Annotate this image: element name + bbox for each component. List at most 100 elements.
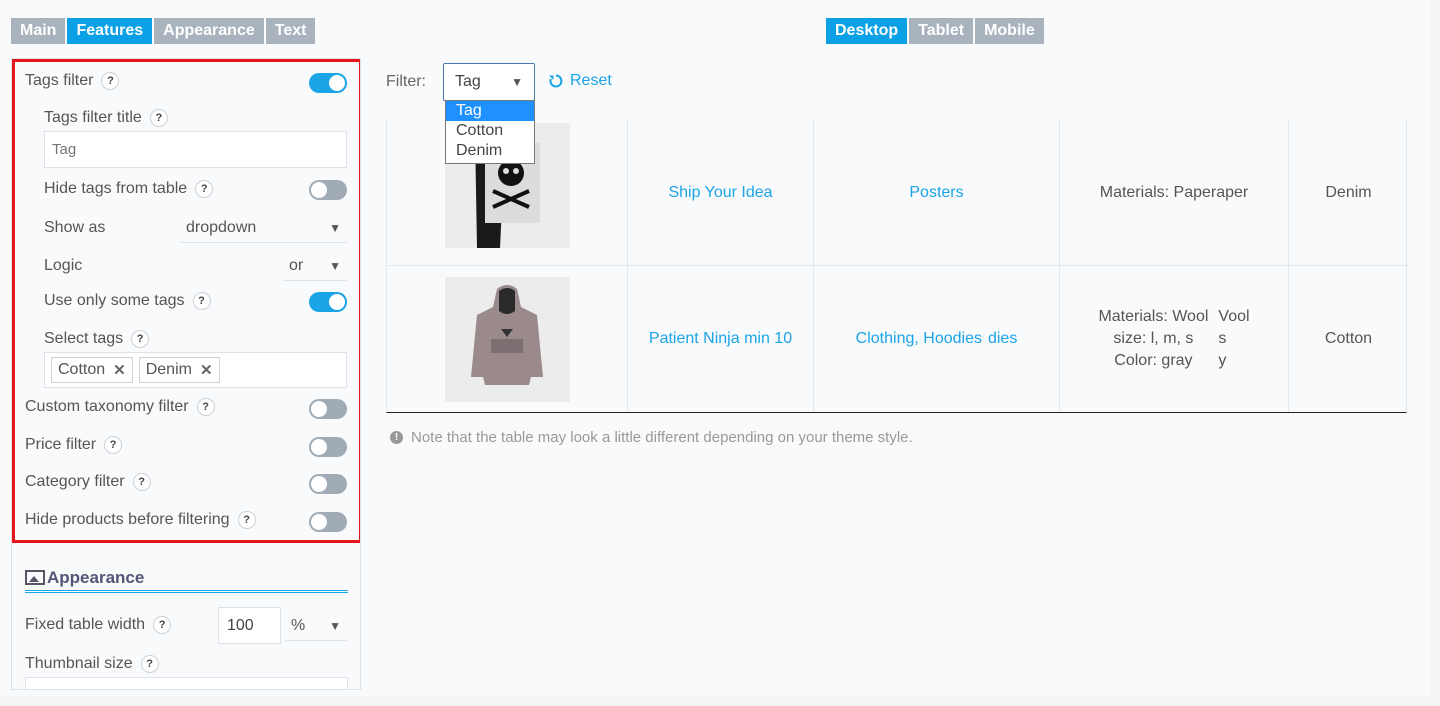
help-icon[interactable]: ? <box>132 473 151 491</box>
show-as-label: Show as <box>44 219 106 236</box>
filter-label: Filter: <box>386 73 426 90</box>
settings-tabs: Main Features Appearance Text <box>11 18 316 44</box>
name-cell: Ship Your Idea <box>628 120 814 265</box>
tab-appearance[interactable]: Appearance <box>154 18 264 44</box>
filter-option-tag[interactable]: Tag <box>446 101 534 121</box>
tab-main[interactable]: Main <box>11 18 66 44</box>
help-icon[interactable]: ? <box>131 330 150 348</box>
select-tags-label: Select tags <box>44 330 124 347</box>
category-filter-label: Category filter <box>25 473 125 490</box>
attributes-overflow: aper <box>1216 183 1249 201</box>
tab-tablet[interactable]: Tablet <box>909 18 974 44</box>
help-icon[interactable]: ? <box>101 72 120 90</box>
product-thumbnail-hoodie[interactable] <box>444 276 570 402</box>
remove-icon[interactable]: ✕ <box>113 361 126 379</box>
reset-icon <box>549 74 563 88</box>
category-link[interactable]: Posters <box>909 184 963 202</box>
thumbnail-cell <box>387 266 628 412</box>
tag-text: Denim <box>1325 183 1372 201</box>
page: Main Features Appearance Text Desktop Ta… <box>0 0 1430 696</box>
fixed-width-label: Fixed table width <box>25 616 146 633</box>
tag-chip-cotton: Cotton ✕ <box>51 357 133 383</box>
help-icon[interactable]: ? <box>104 436 123 454</box>
caret-down-icon: ▼ <box>511 75 523 89</box>
filter-option-cotton[interactable]: Cotton <box>446 121 534 141</box>
theme-note: ! Note that the table may look a little … <box>390 429 913 446</box>
logic-row: Logic <box>44 255 82 277</box>
tags-filter-label: Tags filter <box>25 72 94 89</box>
logic-value: or <box>289 256 304 274</box>
price-filter-toggle[interactable] <box>309 437 347 457</box>
hide-products-row: Hide products before filtering ? <box>25 509 256 531</box>
fixed-width-row: Fixed table width ? <box>25 614 172 636</box>
use-only-some-row: Use only some tags ? <box>44 290 211 312</box>
category-filter-row: Category filter ? <box>25 471 151 493</box>
hide-products-toggle[interactable] <box>309 512 347 532</box>
device-tabs: Desktop Tablet Mobile <box>826 18 1044 44</box>
logic-label: Logic <box>44 257 83 274</box>
logic-select[interactable]: or ▼ <box>283 251 347 281</box>
show-as-select[interactable]: dropdown ▼ <box>180 213 347 243</box>
help-icon[interactable]: ? <box>195 180 214 198</box>
image-icon <box>25 570 45 585</box>
category-overflow: dies <box>987 330 1018 347</box>
tag-chip-label: Cotton <box>58 361 106 378</box>
theme-note-text: Note that the table may look a little di… <box>411 429 913 446</box>
help-icon[interactable]: ? <box>237 511 256 529</box>
table-row: Ship Your Idea Posters Materials: Paper a… <box>387 120 1408 266</box>
name-cell: Patient Ninja min 10 <box>628 266 814 412</box>
tab-features[interactable]: Features <box>67 18 153 44</box>
help-icon[interactable]: ? <box>149 109 168 127</box>
attribute-line: Vool <box>1218 308 1250 325</box>
tab-text[interactable]: Text <box>265 18 316 44</box>
reset-label: Reset <box>570 72 612 89</box>
tag-cell: Denim <box>1289 120 1408 265</box>
custom-taxonomy-row: Custom taxonomy filter ? <box>25 396 215 418</box>
category-filter-toggle[interactable] <box>309 474 347 494</box>
help-icon[interactable]: ? <box>192 292 211 310</box>
tag-text: Cotton <box>1324 330 1373 347</box>
tags-filter-title-label: Tags filter title <box>44 109 142 126</box>
show-as-value: dropdown <box>186 218 257 236</box>
category-link[interactable]: Clothing, Hoodies <box>856 330 982 348</box>
thumbnail-size-label: Thumbnail size <box>25 655 133 672</box>
fixed-width-input[interactable] <box>218 607 281 644</box>
tags-filter-title-input[interactable] <box>44 131 347 168</box>
help-icon[interactable]: ? <box>140 655 159 673</box>
appearance-title-text: Appearance <box>47 567 145 587</box>
filter-select[interactable]: Tag ▼ <box>443 63 535 101</box>
custom-taxonomy-toggle[interactable] <box>309 399 347 419</box>
hide-tags-toggle[interactable] <box>309 180 347 200</box>
info-icon: ! <box>390 431 403 444</box>
show-as-row: Show as <box>44 217 105 239</box>
product-name-link[interactable]: Patient Ninja min 10 <box>649 330 792 348</box>
caret-down-icon: ▼ <box>329 220 341 235</box>
hide-products-label: Hide products before filtering <box>25 511 230 528</box>
attributes-cell: Materials: Wool size: l, m, s Color: gra… <box>1060 266 1289 412</box>
caret-down-icon: ▼ <box>329 258 341 273</box>
help-icon[interactable]: ? <box>196 398 215 416</box>
appearance-section-title: Appearance <box>25 565 348 593</box>
attribute-line: s <box>1218 330 1227 347</box>
caret-down-icon: ▼ <box>329 618 341 633</box>
reset-button[interactable]: Reset <box>548 72 612 90</box>
tab-mobile[interactable]: Mobile <box>975 18 1044 44</box>
use-only-some-label: Use only some tags <box>44 292 185 309</box>
settings-sidebar: Tags filter ? Tags filter title ? Hide t… <box>11 58 361 690</box>
select-tags-input[interactable]: Cotton ✕ Denim ✕ <box>44 352 347 388</box>
tags-filter-toggle[interactable] <box>309 73 347 93</box>
thumbnail-size-input[interactable] <box>25 677 348 689</box>
tab-desktop[interactable]: Desktop <box>826 18 908 44</box>
attributes-text: Materials: Paper <box>1099 183 1217 201</box>
remove-icon[interactable]: ✕ <box>200 361 213 379</box>
product-name-link[interactable]: Ship Your Idea <box>668 184 772 202</box>
attribute-line: Color: gray <box>1114 352 1193 369</box>
width-unit-select[interactable]: % ▼ <box>285 611 347 641</box>
attribute-line: Materials: Wool <box>1098 308 1209 325</box>
tag-chip-label: Denim <box>145 361 192 378</box>
use-only-some-toggle[interactable] <box>309 292 347 312</box>
attribute-line: size: l, m, s <box>1113 330 1194 347</box>
filter-option-denim[interactable]: Denim <box>446 141 534 161</box>
help-icon[interactable]: ? <box>153 616 172 634</box>
attributes-text: Materials: Wool size: l, m, s Color: gra… <box>1098 306 1208 372</box>
